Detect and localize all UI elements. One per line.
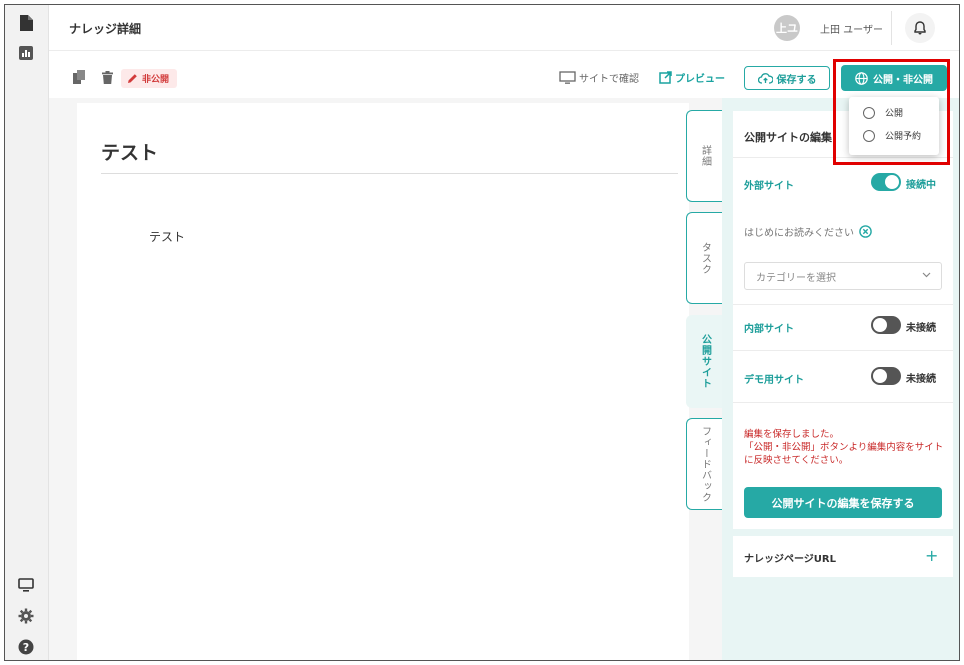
- public-site-card: 公開サイトの編集 外部サイト 接続中 はじめにお読みください カテゴリーを選択 …: [733, 111, 953, 529]
- save-message-line: 「公開・非公開」ボタンより編集内容をサイトに反映させてください。: [744, 442, 944, 466]
- preview-label: プレビュー: [675, 74, 725, 85]
- chart-icon[interactable]: [16, 43, 36, 63]
- tab-label: 公開サイト: [699, 334, 711, 389]
- preview-button[interactable]: プレビュー: [659, 70, 725, 85]
- public-site-panel: 公開サイトの編集 外部サイト 接続中 はじめにお読みください カテゴリーを選択 …: [722, 98, 959, 660]
- option-label: 公開予約: [885, 132, 922, 142]
- internal-site-status: 未接続: [906, 323, 936, 334]
- divider: [733, 304, 953, 305]
- editor[interactable]: テスト テスト: [77, 103, 689, 660]
- publish-menu: 公開 公開予約: [849, 97, 939, 155]
- svg-text:?: ?: [23, 641, 29, 654]
- close-circle-icon[interactable]: [859, 225, 872, 238]
- status-label: 非公開: [142, 75, 170, 85]
- publish-toggle-button[interactable]: 公開・非公開: [841, 65, 947, 91]
- gear-icon[interactable]: [16, 606, 36, 626]
- bell-icon[interactable]: [905, 13, 935, 43]
- save-public-site-button[interactable]: 公開サイトの編集を保存する: [744, 487, 942, 518]
- radio-icon[interactable]: [863, 129, 875, 142]
- save-message-line: 編集を保存しました。: [744, 429, 840, 440]
- status-badge: 非公開: [121, 69, 178, 88]
- external-site-toggle[interactable]: [871, 173, 901, 191]
- document-icon[interactable]: [16, 13, 36, 33]
- card-title: 公開サイトの編集: [744, 131, 832, 144]
- save-label: 保存する: [776, 74, 817, 86]
- cloud-upload-icon: [757, 72, 773, 84]
- tab-label: 詳細: [699, 145, 711, 167]
- trash-icon[interactable]: [99, 69, 115, 85]
- user-name[interactable]: 上田 ユーザー: [820, 21, 883, 36]
- publish-option-public[interactable]: 公開: [863, 106, 903, 119]
- page-title: ナレッジ詳細: [69, 22, 142, 36]
- save-message: 編集を保存しました。 「公開・非公開」ボタンより編集内容をサイトに反映させてくだ…: [744, 428, 949, 467]
- left-rail: ?: [5, 5, 49, 660]
- intro-link-label: はじめにお読みください: [744, 228, 854, 239]
- divider: [733, 402, 953, 403]
- site-check-label: サイトで確認: [579, 74, 639, 85]
- avatar[interactable]: 上ユ: [774, 15, 800, 41]
- document-body[interactable]: テスト: [149, 228, 185, 245]
- divider: [733, 350, 953, 351]
- external-link-icon: [659, 71, 672, 84]
- radio-icon[interactable]: [863, 106, 875, 119]
- save-button[interactable]: 保存する: [744, 66, 830, 90]
- demo-site-toggle[interactable]: [871, 367, 901, 385]
- copy-icon[interactable]: [71, 69, 87, 85]
- help-icon[interactable]: ?: [16, 637, 36, 657]
- tab-label: フィードバック: [699, 425, 711, 503]
- pencil-icon: [128, 74, 137, 83]
- demo-site-label: デモ用サイト: [744, 375, 804, 386]
- knowledge-url-title: ナレッジページURL: [744, 554, 836, 565]
- external-site-status: 接続中: [906, 180, 936, 191]
- header-bar: ナレッジ詳細 上ユ 上田 ユーザー: [49, 5, 959, 51]
- intro-link[interactable]: はじめにお読みください: [744, 224, 872, 239]
- category-placeholder: カテゴリーを選択: [756, 272, 836, 284]
- document-title[interactable]: テスト: [101, 138, 158, 165]
- knowledge-url-card: ナレッジページURL +: [733, 536, 953, 577]
- globe-icon: [855, 71, 868, 85]
- category-select[interactable]: カテゴリーを選択: [744, 262, 942, 290]
- app-window: ? ナレッジ詳細 上ユ 上田 ユーザー 非公開 サイトで確認 プレビュー 保存す…: [4, 4, 960, 661]
- divider: [733, 157, 953, 158]
- monitor-icon[interactable]: [16, 575, 36, 595]
- chevron-down-icon: [922, 272, 931, 278]
- option-label: 公開: [885, 109, 904, 119]
- header-divider: [891, 11, 892, 45]
- publish-option-scheduled[interactable]: 公開予約: [863, 129, 921, 142]
- title-divider: [101, 173, 678, 174]
- tab-public-site[interactable]: 公開サイト: [686, 315, 723, 408]
- tab-feedback[interactable]: フィードバック: [686, 418, 723, 510]
- demo-site-status: 未接続: [906, 374, 936, 385]
- publish-label: 公開・非公開: [873, 74, 933, 86]
- external-site-label: 外部サイト: [744, 181, 794, 192]
- tab-tasks[interactable]: タスク: [686, 212, 723, 304]
- internal-site-toggle[interactable]: [871, 316, 901, 334]
- tab-label: タスク: [699, 241, 711, 275]
- internal-site-label: 内部サイト: [744, 324, 794, 335]
- toolbar: 非公開 サイトで確認 プレビュー 保存する 公開・非公開: [49, 52, 959, 98]
- monitor-icon: [559, 70, 576, 84]
- site-check-button[interactable]: サイトで確認: [559, 70, 639, 85]
- add-url-icon[interactable]: +: [925, 546, 938, 565]
- tab-details[interactable]: 詳細: [686, 110, 723, 202]
